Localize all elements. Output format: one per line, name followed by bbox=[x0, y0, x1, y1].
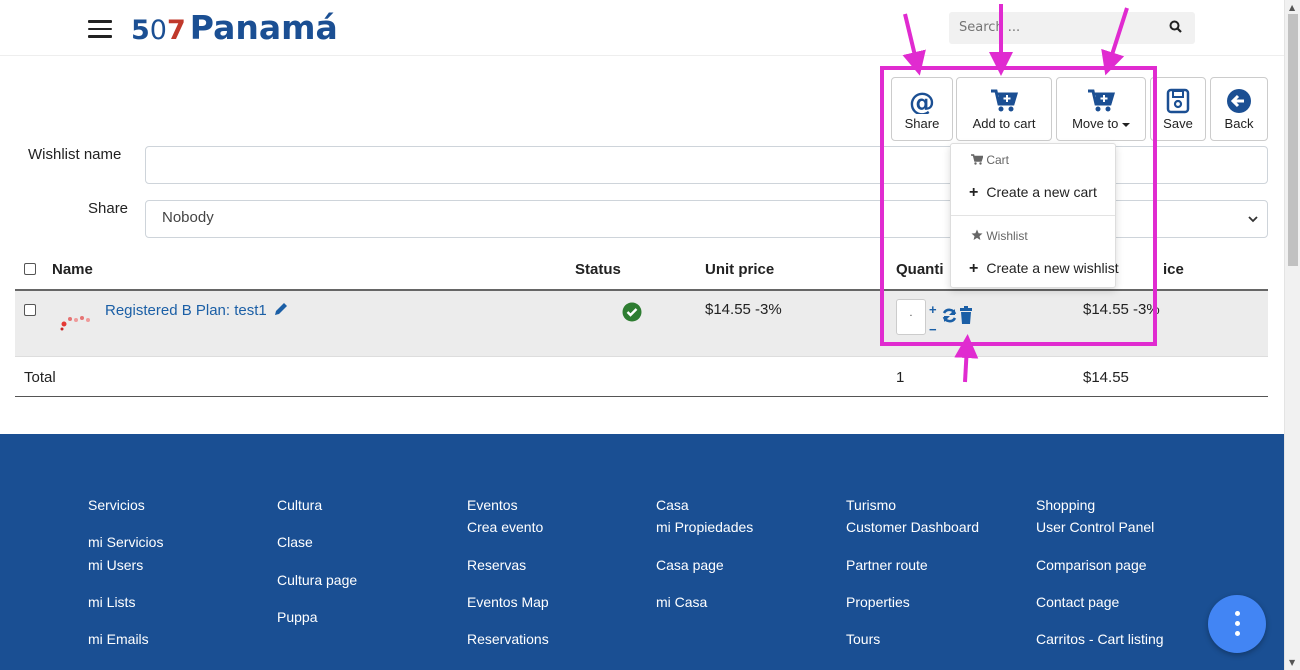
chevron-down-icon bbox=[1248, 216, 1258, 223]
table-bottom-divider bbox=[15, 396, 1268, 397]
logo-digit-7: 7 bbox=[166, 15, 186, 46]
column-header-price[interactable]: ice bbox=[1163, 261, 1184, 278]
pencil-edit-icon[interactable] bbox=[273, 301, 289, 317]
footer-link[interactable]: Crea evento bbox=[467, 519, 543, 535]
footer-link[interactable]: User Control Panel bbox=[1036, 519, 1154, 535]
footer-link[interactable]: mi Propiedades bbox=[656, 519, 753, 535]
fab-dot bbox=[1235, 611, 1240, 616]
column-header-status[interactable]: Status bbox=[575, 261, 621, 278]
product-name-link[interactable]: Registered B Plan: test1 bbox=[105, 301, 289, 319]
logo-text: Panamá bbox=[189, 8, 338, 47]
hamburger-menu-icon[interactable] bbox=[88, 20, 112, 38]
footer-link[interactable]: mi Casa bbox=[656, 594, 707, 610]
site-footer: Servicios mi Servicios mi Users mi Lists mi … bbox=[0, 434, 1284, 670]
footer-link[interactable]: mi Users bbox=[88, 557, 143, 573]
top-navbar: 507 Panamá bbox=[0, 0, 1284, 56]
share-label-field: Share bbox=[88, 200, 129, 217]
column-header-name[interactable]: Name bbox=[52, 261, 93, 278]
footer-link[interactable]: Customer Dashboard bbox=[846, 519, 979, 535]
total-price: $14.55 bbox=[1083, 369, 1129, 386]
status-ok-icon bbox=[622, 302, 642, 322]
footer-link[interactable]: Cultura bbox=[277, 497, 322, 513]
column-header-unit-price[interactable]: Unit price bbox=[705, 261, 774, 278]
footer-link[interactable]: mi Lists bbox=[88, 594, 135, 610]
scrollbar-thumb[interactable] bbox=[1288, 14, 1298, 266]
footer-link[interactable]: mi Servicios bbox=[88, 534, 163, 550]
footer-link[interactable]: Eventos Map bbox=[467, 594, 549, 610]
footer-link[interactable]: Tours bbox=[846, 631, 880, 647]
footer-link[interactable]: Casa bbox=[656, 497, 689, 513]
vertical-scrollbar[interactable]: ▲ ▼ bbox=[1284, 0, 1300, 670]
annotation-highlight-box bbox=[880, 66, 1157, 346]
save-button[interactable]: Save bbox=[1150, 77, 1206, 141]
footer-link[interactable]: Properties bbox=[846, 594, 910, 610]
footer-link[interactable]: Reservas bbox=[467, 557, 526, 573]
more-options-fab[interactable] bbox=[1208, 595, 1266, 653]
back-label: Back bbox=[1224, 116, 1254, 131]
footer-link[interactable]: Reservations bbox=[467, 631, 549, 647]
logo-digit-5: 5 bbox=[131, 15, 150, 46]
footer-link[interactable]: Cultura page bbox=[277, 572, 357, 588]
wishlist-name-label: Wishlist name bbox=[28, 146, 122, 163]
total-quantity: 1 bbox=[896, 369, 905, 386]
site-logo[interactable]: 507 Panamá bbox=[131, 8, 338, 47]
floppy-disk-icon bbox=[1166, 88, 1190, 114]
arrow-left-circle-icon bbox=[1227, 89, 1251, 113]
search-input[interactable] bbox=[949, 12, 1149, 43]
back-button[interactable]: Back bbox=[1210, 77, 1268, 141]
footer-link[interactable]: Carritos - Cart listing bbox=[1036, 631, 1164, 647]
search-icon[interactable] bbox=[1169, 20, 1183, 34]
footer-link[interactable]: Puppa bbox=[277, 609, 317, 625]
share-selected-value: Nobody bbox=[162, 209, 214, 226]
total-label: Total bbox=[24, 369, 56, 386]
footer-link[interactable]: Casa page bbox=[656, 557, 724, 573]
search-box bbox=[949, 12, 1195, 44]
footer-link[interactable]: Comparison page bbox=[1036, 557, 1147, 573]
footer-link[interactable]: Contact page bbox=[1036, 594, 1119, 610]
footer-link[interactable]: Shopping bbox=[1036, 497, 1095, 513]
save-label: Save bbox=[1163, 116, 1193, 131]
product-name: Registered B Plan: test1 bbox=[105, 302, 267, 319]
scroll-down-icon[interactable]: ▼ bbox=[1289, 658, 1295, 667]
product-thumbnail-icon bbox=[60, 316, 90, 331]
footer-link[interactable]: Servicios bbox=[88, 497, 145, 513]
logo-digit-0: 0 bbox=[149, 15, 167, 46]
unit-price-value: $14.55 -3% bbox=[705, 301, 782, 318]
footer-link[interactable]: Partner route bbox=[846, 557, 928, 573]
fab-dot bbox=[1235, 631, 1240, 636]
footer-link[interactable]: Clase bbox=[277, 534, 313, 550]
row-checkbox[interactable] bbox=[24, 304, 36, 316]
footer-link[interactable]: mi Emails bbox=[88, 631, 149, 647]
select-all-checkbox[interactable] bbox=[24, 263, 36, 275]
scroll-up-icon[interactable]: ▲ bbox=[1289, 3, 1295, 12]
footer-link[interactable]: Eventos bbox=[467, 497, 518, 513]
fab-dot bbox=[1235, 621, 1240, 626]
footer-link[interactable]: Turismo bbox=[846, 497, 896, 513]
